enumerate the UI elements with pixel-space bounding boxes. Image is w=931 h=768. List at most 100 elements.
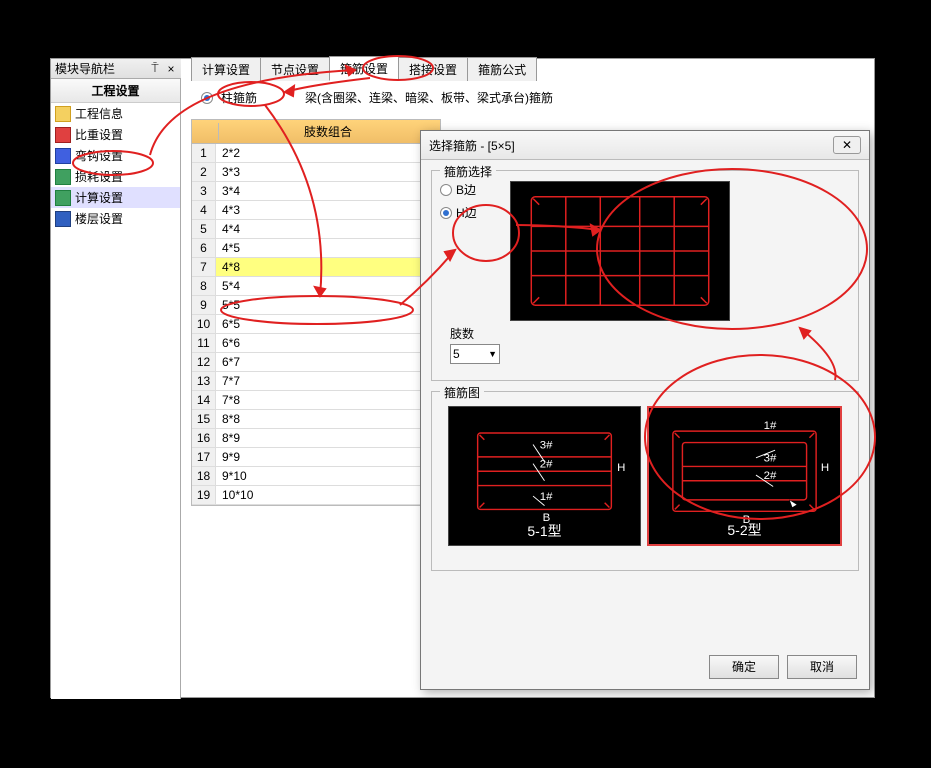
grid-row[interactable]: 12*2	[192, 144, 440, 163]
nav-item-label: 工程信息	[75, 105, 123, 122]
grid-row[interactable]: 54*4	[192, 220, 440, 239]
row-val: 4*5	[216, 239, 440, 257]
nav-item-label: 弯钩设置	[75, 147, 123, 164]
row-val: 10*10	[216, 486, 440, 504]
row-val: 3*3	[216, 163, 440, 181]
grid-row[interactable]: 168*9	[192, 429, 440, 448]
grid-row[interactable]: 44*3	[192, 201, 440, 220]
row-val: 9*10	[216, 467, 440, 485]
chevron-down-icon: ▼	[488, 349, 497, 359]
tabs-bar: 计算设置节点设置箍筋设置搭接设置箍筋公式	[191, 59, 536, 81]
row-num: 17	[192, 448, 216, 466]
type-radio-row: 柱箍筋 梁(含圈梁、连梁、暗梁、板带、梁式承台)箍筋	[201, 89, 553, 106]
nav-item-1[interactable]: 比重设置	[51, 124, 180, 145]
limbs-select[interactable]: 5 ▼	[450, 344, 500, 364]
nav-icon	[55, 211, 71, 227]
dialog-title: 选择箍筋 - [5×5]	[429, 137, 833, 154]
row-val: 5*5…	[216, 296, 440, 314]
ok-button[interactable]: 确定	[709, 655, 779, 679]
stirrup-dialog: 选择箍筋 - [5×5] ✕ 箍筋选择 B边 H边	[420, 130, 870, 690]
grid-row[interactable]: 64*5	[192, 239, 440, 258]
stirrup-diagram-group: 箍筋图 3# 2# 1# H B	[431, 391, 859, 571]
row-val: 2*2	[216, 144, 440, 162]
grid-row[interactable]: 179*9	[192, 448, 440, 467]
grid-row[interactable]: 126*7	[192, 353, 440, 372]
grid-row[interactable]: 95*5…	[192, 296, 440, 315]
nav-tree: 工程设置 工程信息比重设置弯钩设置损耗设置计算设置楼层设置	[51, 79, 181, 699]
row-num: 18	[192, 467, 216, 485]
group1-title: 箍筋选择	[440, 163, 496, 180]
nav-item-label: 损耗设置	[75, 168, 123, 185]
nav-item-5[interactable]: 楼层设置	[51, 208, 180, 229]
row-num: 3	[192, 182, 216, 200]
row-val: 8*8	[216, 410, 440, 428]
nav-item-3[interactable]: 损耗设置	[51, 166, 180, 187]
dialog-buttons: 确定 取消	[709, 655, 857, 679]
tab-3[interactable]: 搭接设置	[398, 57, 468, 81]
radio-beam-label: 梁(含圈梁、连梁、暗梁、板带、梁式承台)箍筋	[305, 89, 553, 106]
tab-1[interactable]: 节点设置	[260, 57, 330, 81]
svg-text:1#: 1#	[540, 491, 553, 503]
row-num: 6	[192, 239, 216, 257]
nav-panel-title: 模块导航栏	[55, 60, 149, 77]
radio-h-side[interactable]: H边	[440, 204, 500, 221]
nav-icon	[55, 106, 71, 122]
row-val: 3*4	[216, 182, 440, 200]
tab-0[interactable]: 计算设置	[191, 57, 261, 81]
tab-4[interactable]: 箍筋公式	[467, 57, 537, 81]
row-val: 6*5	[216, 315, 440, 333]
row-num: 16	[192, 429, 216, 447]
row-val: 6*7	[216, 353, 440, 371]
row-num: 9	[192, 296, 216, 314]
option1-caption: 5-1型	[449, 521, 640, 541]
nav-icon	[55, 127, 71, 143]
dialog-titlebar: 选择箍筋 - [5×5] ✕	[421, 131, 869, 160]
limbs-label: 肢数	[450, 325, 850, 342]
limbs-value: 5	[453, 347, 460, 361]
radio-h-label: H边	[456, 204, 477, 221]
nav-item-4[interactable]: 计算设置	[51, 187, 180, 208]
row-num: 19	[192, 486, 216, 504]
grid-row[interactable]: 74*8	[192, 258, 440, 277]
row-num: 1	[192, 144, 216, 162]
option-5-2[interactable]: 1# 3# 2# H B 5-2型	[647, 406, 842, 546]
grid-row[interactable]: 23*3	[192, 163, 440, 182]
pin-icon[interactable]: ⍑	[149, 61, 161, 76]
grid-row[interactable]: 158*8	[192, 410, 440, 429]
radio-b-btn[interactable]	[440, 184, 452, 196]
row-num: 14	[192, 391, 216, 409]
nav-item-0[interactable]: 工程信息	[51, 103, 180, 124]
stirrup-select-group: 箍筋选择 B边 H边	[431, 170, 859, 381]
nav-panel-header: 模块导航栏 ⍑ ×	[51, 59, 181, 79]
row-num: 11	[192, 334, 216, 352]
grid-row[interactable]: 147*8	[192, 391, 440, 410]
row-val: 7*7	[216, 372, 440, 390]
grid-row[interactable]: 116*6	[192, 334, 440, 353]
option2-caption: 5-2型	[649, 520, 840, 540]
option-5-1[interactable]: 3# 2# 1# H B 5-1型	[448, 406, 641, 546]
grid-row[interactable]: 1910*10	[192, 486, 440, 505]
row-num: 10	[192, 315, 216, 333]
radio-column-stirrup[interactable]	[201, 92, 213, 104]
grid-row[interactable]: 33*4	[192, 182, 440, 201]
nav-item-label: 楼层设置	[75, 210, 123, 227]
row-num: 5	[192, 220, 216, 238]
nav-item-2[interactable]: 弯钩设置	[51, 145, 180, 166]
nav-icon	[55, 169, 71, 185]
radio-b-side[interactable]: B边	[440, 181, 500, 198]
close-icon[interactable]: ×	[165, 62, 177, 76]
radio-h-btn[interactable]	[440, 207, 452, 219]
svg-text:2#: 2#	[764, 470, 777, 482]
grid-row[interactable]: 189*10	[192, 467, 440, 486]
row-num: 2	[192, 163, 216, 181]
svg-text:1#: 1#	[764, 420, 777, 432]
row-val: 7*8	[216, 391, 440, 409]
svg-text:H: H	[617, 462, 625, 474]
dialog-close-button[interactable]: ✕	[833, 136, 861, 154]
grid-row[interactable]: 106*5	[192, 315, 440, 334]
row-val: 4*8	[216, 258, 440, 276]
cancel-button[interactable]: 取消	[787, 655, 857, 679]
tab-2[interactable]: 箍筋设置	[329, 56, 399, 81]
grid-row[interactable]: 137*7	[192, 372, 440, 391]
grid-row[interactable]: 85*4	[192, 277, 440, 296]
